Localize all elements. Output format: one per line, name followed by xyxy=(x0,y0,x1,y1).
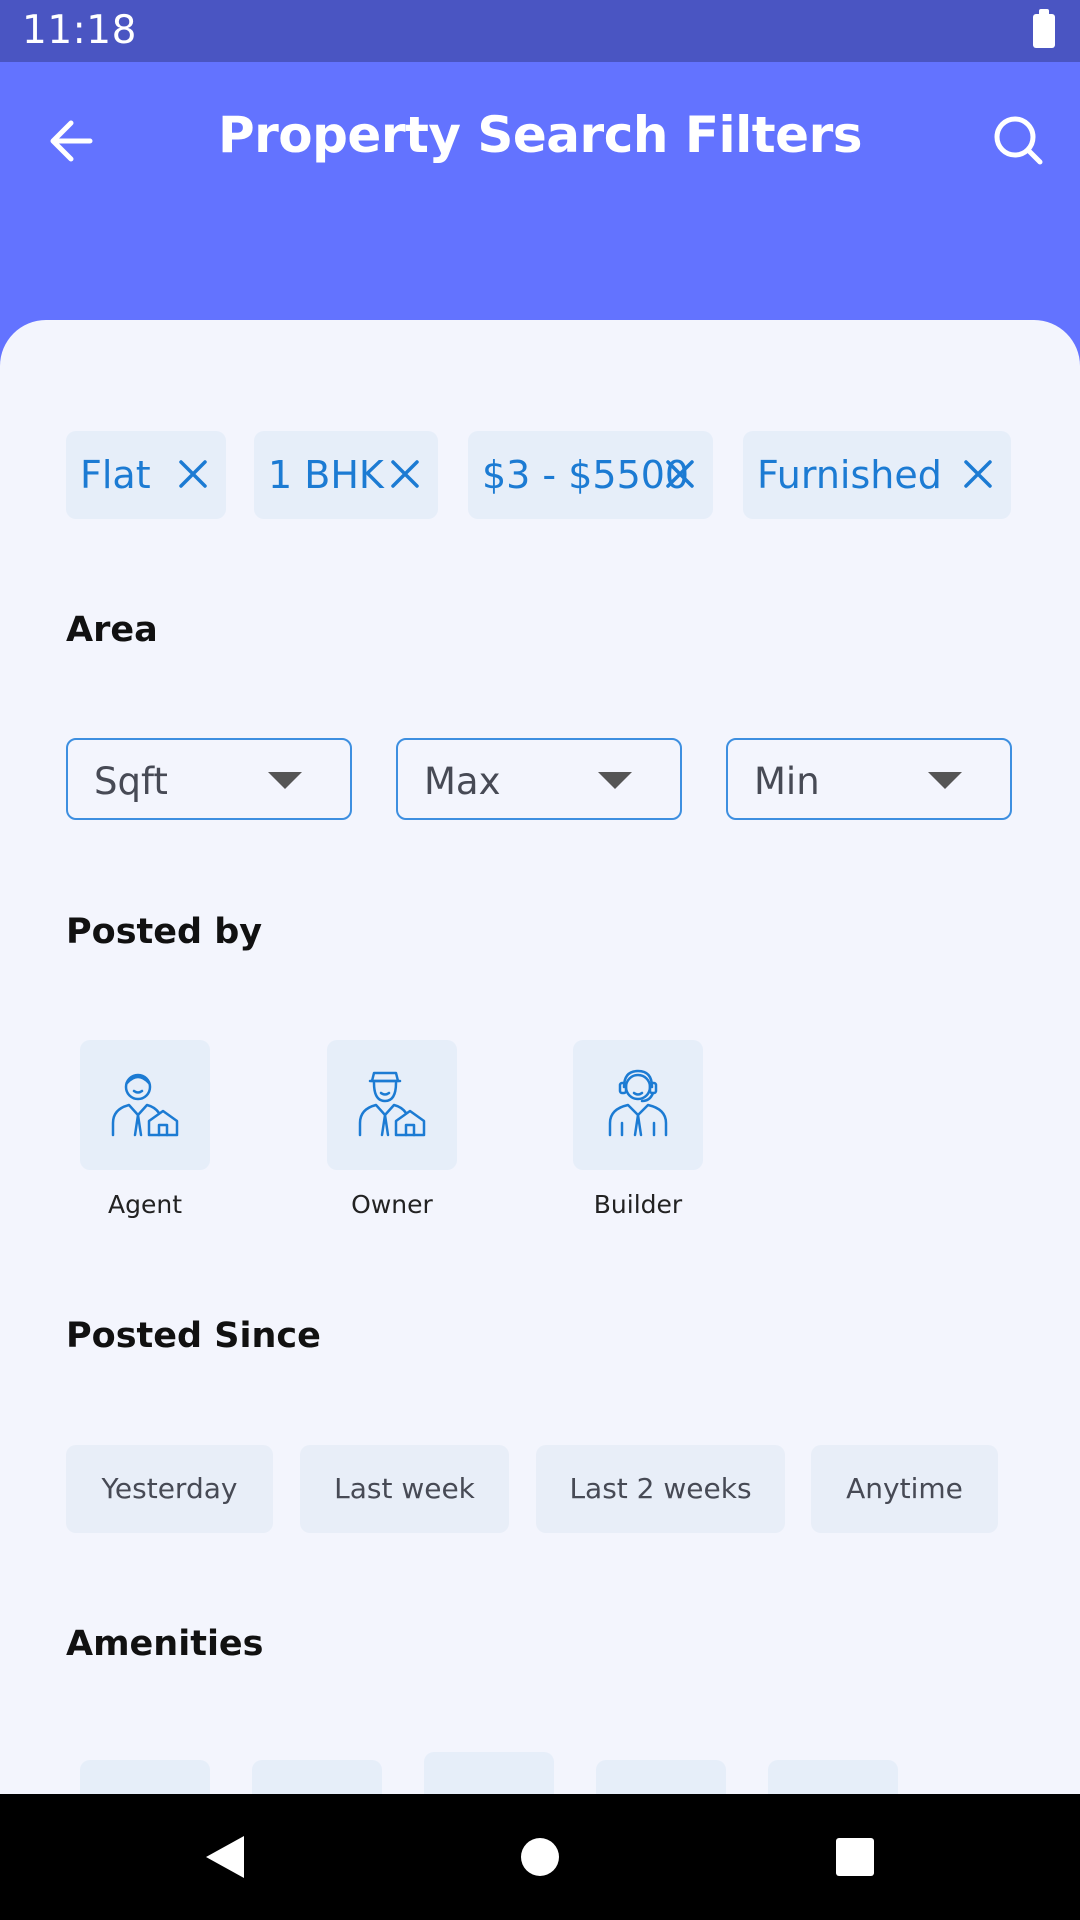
chevron-down-icon xyxy=(268,772,302,789)
arrow-left-icon xyxy=(50,120,93,162)
filter-sheet: Flat 1 BHK $3 - $5500 Furnished Area Sqf… xyxy=(0,320,1080,1920)
nav-recents-button[interactable] xyxy=(792,1794,918,1920)
close-icon[interactable] xyxy=(961,457,995,491)
area-title: Area xyxy=(66,610,158,650)
amenities-title: Amenities xyxy=(66,1624,264,1664)
nav-home-button[interactable] xyxy=(477,1794,603,1920)
filter-chip-1bhk[interactable]: 1 BHK xyxy=(254,431,438,519)
chip-label: $3 - $5500 xyxy=(482,453,690,497)
chip-label: 1 BHK xyxy=(268,453,384,497)
screen: 11:18 Property Search Filters Flat 1 BHK… xyxy=(0,0,1080,1920)
status-time: 11:18 xyxy=(22,8,137,53)
since-last-week[interactable]: Last week xyxy=(300,1445,509,1533)
posted-by-owner[interactable]: Owner xyxy=(327,1040,457,1219)
agent-icon xyxy=(111,1073,179,1137)
nav-home-icon xyxy=(521,1838,559,1876)
area-min-dropdown[interactable]: Min xyxy=(726,738,1012,820)
app-bar: Property Search Filters xyxy=(0,62,1080,212)
chip-label: Furnished xyxy=(757,453,942,497)
posted-by-title: Posted by xyxy=(66,912,263,952)
close-icon[interactable] xyxy=(176,457,210,491)
owner-tile[interactable] xyxy=(327,1040,457,1170)
chevron-down-icon xyxy=(928,772,962,789)
posted-by-agent[interactable]: Agent xyxy=(80,1040,210,1219)
since-anytime[interactable]: Anytime xyxy=(811,1445,998,1533)
selected-filters: Flat 1 BHK $3 - $5500 Furnished xyxy=(0,431,1080,519)
close-icon[interactable] xyxy=(388,457,422,491)
chip-label: Flat xyxy=(80,453,151,497)
nav-back-button[interactable] xyxy=(162,1794,288,1920)
owner-icon xyxy=(358,1071,426,1137)
poster-label: Builder xyxy=(593,1190,683,1219)
posted-since-title: Posted Since xyxy=(66,1316,321,1356)
battery-icon xyxy=(1033,9,1055,48)
area-unit-dropdown[interactable]: Sqft xyxy=(66,738,352,820)
poster-label: Agent xyxy=(108,1190,182,1219)
builder-icon xyxy=(608,1069,668,1137)
dropdown-label: Max xyxy=(424,760,501,803)
close-icon[interactable] xyxy=(663,457,697,491)
chevron-down-icon xyxy=(598,772,632,789)
search-button[interactable] xyxy=(984,106,1054,176)
status-bar: 11:18 xyxy=(0,0,1080,62)
filter-chip-flat[interactable]: Flat xyxy=(66,431,226,519)
system-nav-bar xyxy=(0,1794,1080,1920)
page-title: Property Search Filters xyxy=(217,106,863,164)
posted-by-builder[interactable]: Builder xyxy=(573,1040,703,1219)
agent-tile[interactable] xyxy=(80,1040,210,1170)
area-max-dropdown[interactable]: Max xyxy=(396,738,682,820)
dropdown-label: Min xyxy=(754,760,820,803)
dropdown-label: Sqft xyxy=(94,760,168,803)
back-button[interactable] xyxy=(38,106,108,176)
filter-chip-price[interactable]: $3 - $5500 xyxy=(468,431,713,519)
nav-back-icon xyxy=(206,1836,244,1878)
search-icon xyxy=(994,116,1043,165)
nav-recents-icon xyxy=(836,1838,874,1876)
since-last-2-weeks[interactable]: Last 2 weeks xyxy=(536,1445,785,1533)
filter-chip-furnished[interactable]: Furnished xyxy=(743,431,1011,519)
since-yesterday[interactable]: Yesterday xyxy=(66,1445,273,1533)
builder-tile[interactable] xyxy=(573,1040,703,1170)
poster-label: Owner xyxy=(351,1190,433,1219)
